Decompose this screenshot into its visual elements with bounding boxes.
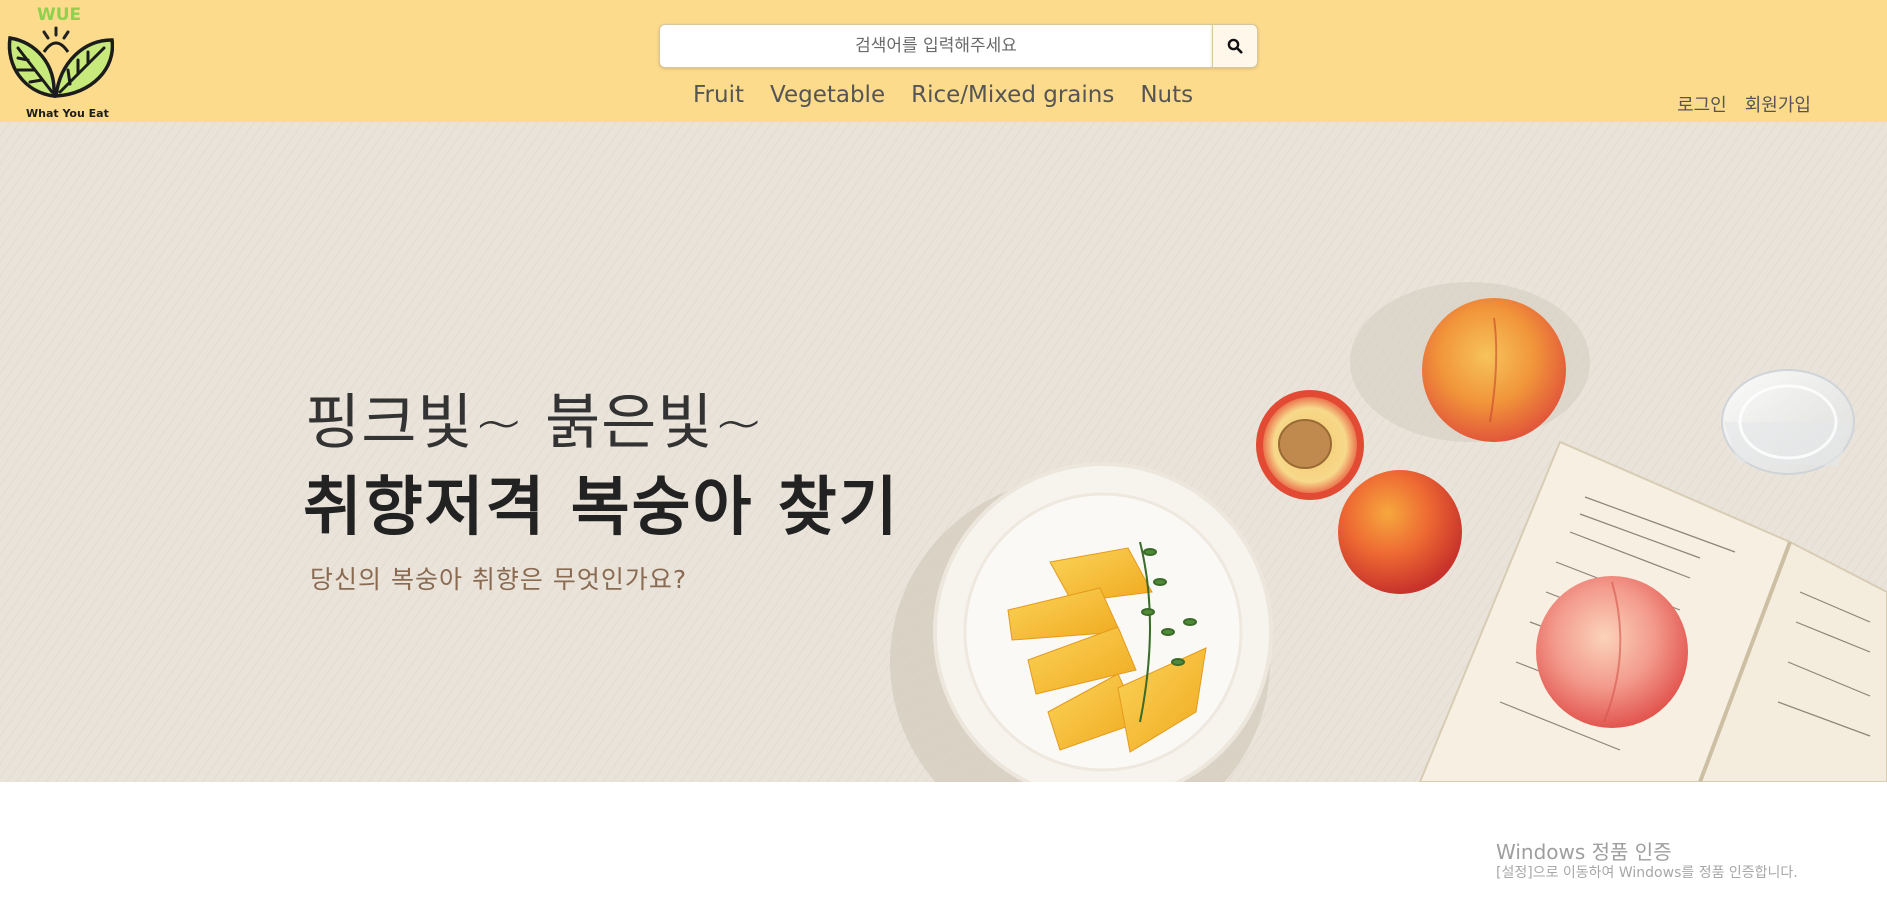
page: WUE What You Eat 검색어를 입력해주세요 Fruit Veget…: [0, 0, 1887, 913]
hero-banner[interactable]: 핑크빛~ 붉은빛~ 취향저격 복숭아 찾기 당신의 복숭아 취향은 무엇인가요?: [0, 122, 1887, 782]
search-button[interactable]: [1212, 24, 1258, 68]
site-logo[interactable]: WUE What You Eat: [4, 4, 115, 120]
hero-subtitle: 당신의 복숭아 취향은 무엇인가요?: [310, 565, 688, 594]
nav-item-vegetable[interactable]: Vegetable: [770, 82, 885, 108]
category-nav: Fruit Vegetable Rice/Mixed grains Nuts: [693, 82, 1193, 108]
search-bar: [659, 24, 1258, 68]
search-input[interactable]: [659, 24, 1212, 68]
auth-links: 로그인 회원가입: [1677, 91, 1811, 117]
search-icon: [1227, 38, 1243, 54]
nav-item-fruit[interactable]: Fruit: [693, 82, 744, 108]
peach-still-life-image: [0, 122, 1887, 782]
site-header: WUE What You Eat 검색어를 입력해주세요 Fruit Veget…: [0, 0, 1887, 122]
logo-tagline: What You Eat: [26, 107, 109, 120]
signup-link[interactable]: 회원가입: [1745, 91, 1811, 117]
leaf-logo-icon: WUE: [7, 5, 115, 98]
logo-wordmark: WUE: [37, 5, 81, 25]
hero-headline-line2: 취향저격 복숭아 찾기: [303, 471, 900, 545]
nav-item-nuts[interactable]: Nuts: [1140, 82, 1193, 108]
windows-activation-title: Windows 정품 인증: [1496, 840, 1672, 864]
login-link[interactable]: 로그인: [1677, 91, 1727, 117]
hero-headline-line1: 핑크빛~ 붉은빛~: [305, 388, 765, 458]
windows-activation-subtitle: [설정]으로 이동하여 Windows를 정품 인증합니다.: [1496, 865, 1798, 881]
nav-item-rice-mixed-grains[interactable]: Rice/Mixed grains: [911, 82, 1114, 108]
